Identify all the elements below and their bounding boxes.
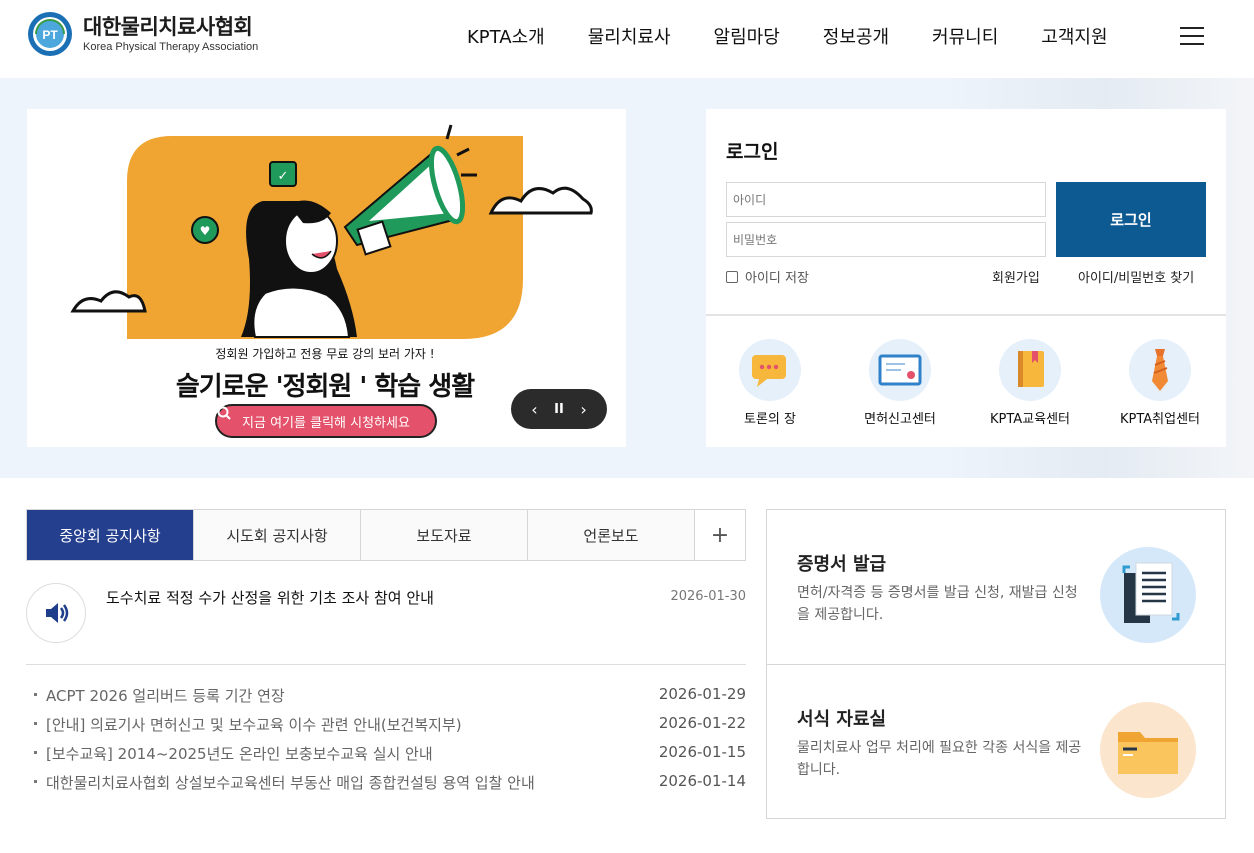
tab-media-coverage[interactable]: 언론보도: [528, 510, 695, 560]
service-desc: 물리치료사 업무 처리에 필요한 각종 서식을 제공합니다.: [797, 740, 1082, 778]
slide-prev-button[interactable]: ‹: [531, 400, 537, 419]
bullet: [34, 780, 37, 783]
notice-tabs: 중앙회 공지사항 시도회 공지사항 보도자료 언론보도 +: [26, 509, 746, 561]
svg-text:♥: ♥: [200, 224, 211, 238]
slider-controls: ‹ II ›: [511, 389, 607, 429]
nav-item-community[interactable]: 커뮤니티: [932, 24, 998, 52]
featured-notice: 도수치료 적정 수가 산정을 위한 기초 조사 참여 안내 2026-01-30: [26, 583, 746, 665]
more-button[interactable]: +: [695, 510, 745, 560]
remember-id-label: 아이디 저장: [745, 271, 809, 286]
nav-item-disclosure[interactable]: 정보공개: [823, 24, 889, 52]
list-item: [안내] 의료기사 면허신고 및 보수교육 이수 관련 안내(보건복지부) 202…: [34, 713, 746, 742]
notice-title[interactable]: 대한물리치료사협회 상설보수교육센터 부동산 매입 종합컨설팅 용역 입찰 안내: [46, 772, 535, 793]
login-title: 로그인: [726, 141, 779, 163]
checkbox-icon: [726, 270, 738, 283]
password-input[interactable]: [726, 222, 1046, 257]
bullet: [34, 751, 37, 754]
list-item: ACPT 2026 얼리버드 등록 기간 연장 2026-01-29: [34, 684, 746, 713]
folder-icon: [1100, 702, 1196, 798]
remember-id-checkbox[interactable]: 아이디 저장: [726, 267, 809, 286]
notice-date: 2026-01-15: [658, 743, 746, 761]
bullet: [34, 693, 37, 696]
banner-title: 슬기로운 '정회원 ' 학습 생활: [175, 372, 475, 402]
main-nav: KPTA소개 물리치료사 알림마당 정보공개 커뮤니티 고객지원: [467, 24, 1151, 52]
slide-next-button[interactable]: ›: [580, 400, 586, 419]
divider: [706, 314, 1226, 316]
chat-bubble-icon: [739, 339, 801, 401]
nav-item-about[interactable]: KPTA소개: [467, 24, 545, 52]
login-panel: 로그인 로그인 아이디 저장 회원가입 아이디/비밀번호 찾기 토론의 장 면허…: [706, 109, 1226, 447]
notice-title[interactable]: ACPT 2026 얼리버드 등록 기간 연장: [46, 685, 285, 706]
find-account-link[interactable]: 아이디/비밀번호 찾기: [1078, 267, 1194, 286]
site-header: PT 대한물리치료사협회 Korea Physical Therapy Asso…: [0, 0, 1254, 78]
site-logo[interactable]: PT 대한물리치료사협회 Korea Physical Therapy Asso…: [27, 11, 258, 57]
notice-title[interactable]: [안내] 의료기사 면허신고 및 보수교육 이수 관련 안내(보건복지부): [46, 714, 462, 735]
quick-link-education[interactable]: KPTA교육센터: [975, 339, 1085, 427]
document-icon: [1100, 547, 1196, 643]
main-visual: ✓ ♥ 정회원 가입하고 전용 무료 강의 보러 가자 ! 슬기로운 '정회원 …: [0, 78, 1254, 478]
search-icon: [217, 406, 231, 420]
logo-subtitle: Korea Physical Therapy Association: [83, 41, 259, 53]
slide-pause-button[interactable]: II: [554, 402, 564, 417]
quick-link-license[interactable]: 면허신고센터: [845, 339, 955, 427]
quick-link-label: KPTA취업센터: [1119, 412, 1201, 427]
speaker-icon: [26, 583, 86, 643]
notice-date: 2026-01-29: [658, 685, 746, 703]
quick-link-jobs[interactable]: KPTA취업센터: [1105, 339, 1215, 427]
bullet: [34, 722, 37, 725]
certificate-issue-card[interactable]: 증명서 발급 면허/자격증 등 증명서를 발급 신청, 재발급 신청을 제공합니…: [767, 510, 1225, 664]
tab-regional-notice[interactable]: 시도회 공지사항: [194, 510, 361, 560]
quick-link-label: KPTA교육센터: [989, 412, 1071, 427]
signup-link[interactable]: 회원가입: [992, 267, 1040, 286]
nav-item-news[interactable]: 알림마당: [714, 24, 780, 52]
service-title: 증명서 발급: [797, 554, 887, 575]
svg-text:✓: ✓: [278, 169, 289, 184]
quick-link-label: 면허신고센터: [864, 412, 936, 427]
login-button[interactable]: 로그인: [1056, 182, 1206, 257]
notice-title[interactable]: [보수교육] 2014~2025년도 온라인 보충보수교육 실시 안내: [46, 743, 433, 764]
certificate-icon: [869, 339, 931, 401]
banner-subtitle: 정회원 가입하고 전용 무료 강의 보러 가자 !: [215, 347, 435, 361]
featured-notice-date: 2026-01-30: [670, 589, 746, 604]
tab-press-release[interactable]: 보도자료: [361, 510, 528, 560]
list-item: [보수교육] 2014~2025년도 온라인 보충보수교육 실시 안내 2026-…: [34, 742, 746, 771]
promo-banner[interactable]: ✓ ♥ 정회원 가입하고 전용 무료 강의 보러 가자 ! 슬기로운 '정회원 …: [27, 109, 626, 447]
notice-date: 2026-01-22: [658, 714, 746, 732]
nav-item-therapist[interactable]: 물리치료사: [588, 24, 671, 52]
id-input[interactable]: [726, 182, 1046, 217]
quick-link-label: 토론의 장: [744, 412, 796, 427]
kpta-logo-icon: PT: [28, 12, 72, 56]
service-desc: 면허/자격증 등 증명서를 발급 신청, 재발급 신청을 제공합니다.: [797, 585, 1078, 623]
form-library-card[interactable]: 서식 자료실 물리치료사 업무 처리에 필요한 각종 서식을 제공합니다.: [767, 664, 1225, 818]
menu-icon[interactable]: [1180, 27, 1204, 47]
logo-mark-text: PT: [42, 28, 58, 42]
notice-list: ACPT 2026 얼리버드 등록 기간 연장 2026-01-29 [안내] 의…: [34, 684, 746, 800]
featured-notice-title[interactable]: 도수치료 적정 수가 산정을 위한 기초 조사 참여 안내: [106, 587, 434, 608]
notice-date: 2026-01-14: [658, 772, 746, 790]
list-item: 대한물리치료사협회 상설보수교육센터 부동산 매입 종합컨설팅 용역 입찰 안내…: [34, 771, 746, 800]
service-title: 서식 자료실: [797, 709, 887, 730]
banner-cta-label: 지금 여기를 클릭해 시청하세요: [242, 415, 410, 431]
necktie-icon: [1129, 339, 1191, 401]
book-icon: [999, 339, 1061, 401]
banner-cta-button[interactable]: 지금 여기를 클릭해 시청하세요: [215, 404, 437, 438]
nav-item-support[interactable]: 고객지원: [1041, 24, 1107, 52]
logo-title: 대한물리치료사협회: [83, 15, 253, 39]
service-cards: 증명서 발급 면허/자격증 등 증명서를 발급 신청, 재발급 신청을 제공합니…: [766, 509, 1226, 819]
tab-central-notice[interactable]: 중앙회 공지사항: [27, 510, 194, 560]
quick-link-discussion[interactable]: 토론의 장: [715, 339, 825, 427]
